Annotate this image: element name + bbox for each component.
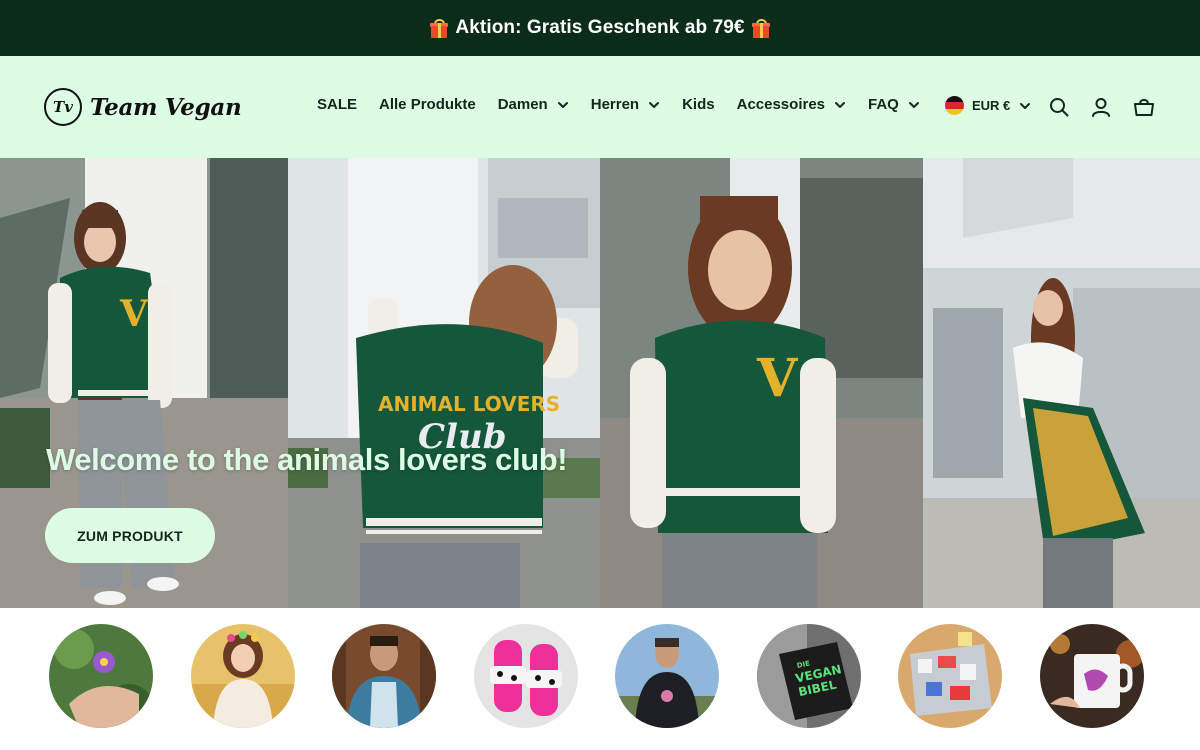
hero-banner: V ANIMAL LOVERS Club V Welcome to the an… (0, 158, 1200, 608)
nav-item-faq[interactable]: FAQ (868, 96, 920, 113)
hero-photo-2: ANIMAL LOVERS Club (288, 158, 600, 608)
brand-logo[interactable]: Tv Team Vegan (44, 87, 242, 127)
category-image-kids (191, 624, 295, 728)
hero-photo-3-illustration: V (600, 158, 923, 608)
category-item-1[interactable] (49, 624, 153, 728)
germany-flag-icon (945, 96, 964, 115)
announcement-bar: Aktion: Gratis Geschenk ab 79€ (0, 0, 1200, 56)
nav-item-damen[interactable]: Damen (498, 96, 569, 113)
logo-mark: Tv (44, 88, 82, 126)
account-button[interactable] (1090, 96, 1112, 118)
chevron-down-icon (1020, 102, 1031, 109)
hero-photo-4 (923, 158, 1200, 608)
category-image-stickers (898, 624, 1002, 728)
currency-selector[interactable]: EUR € (945, 96, 1031, 115)
category-item-3[interactable] (332, 624, 436, 728)
currency-label: EUR € (972, 98, 1011, 113)
svg-text:V: V (756, 348, 799, 409)
hero-photo-2-illustration: ANIMAL LOVERS Club (288, 158, 600, 608)
category-item-8[interactable] (1040, 624, 1144, 728)
category-carousel: DIE VEGAN BIBEL (0, 608, 1200, 750)
category-item-5[interactable] (615, 624, 719, 728)
chevron-down-icon (835, 101, 846, 108)
nav-item-accessoires[interactable]: Accessoires (737, 96, 846, 113)
cart-icon (1134, 98, 1154, 116)
nav-item-kids[interactable]: Kids (682, 96, 715, 113)
category-image-herren (332, 624, 436, 728)
search-button[interactable] (1048, 96, 1070, 118)
category-image-book: DIE VEGAN BIBEL (757, 624, 861, 728)
search-icon (1050, 98, 1069, 117)
svg-text:V: V (119, 293, 149, 335)
category-image-bracelet (49, 624, 153, 728)
nav-item-herren[interactable]: Herren (591, 96, 660, 113)
jacket-back-text: ANIMAL LOVERS (378, 392, 560, 416)
category-item-2[interactable] (191, 624, 295, 728)
hero-photo-3: V (600, 158, 923, 608)
category-image-slides (474, 624, 578, 728)
category-item-7[interactable] (898, 624, 1002, 728)
account-icon (1092, 98, 1110, 117)
gift-icon (751, 18, 771, 38)
category-image-mug (1040, 624, 1144, 728)
cart-button[interactable] (1133, 96, 1155, 118)
hero-photo-4-illustration (923, 158, 1200, 608)
nav-item-alle-produkte[interactable]: Alle Produkte (379, 96, 476, 113)
announcement-text: Aktion: Gratis Geschenk ab 79€ (455, 17, 745, 38)
gift-icon (429, 18, 449, 38)
category-image-hoodie (615, 624, 719, 728)
chevron-down-icon (557, 101, 568, 108)
chevron-down-icon (649, 101, 660, 108)
hero-title: Welcome to the animals lovers club! (46, 442, 568, 477)
chevron-down-icon (908, 101, 919, 108)
category-item-4[interactable] (474, 624, 578, 728)
logo-text: Team Vegan (90, 93, 242, 121)
nav-item-sale[interactable]: SALE (317, 96, 357, 113)
hero-cta-button[interactable]: ZUM PRODUKT (45, 508, 215, 563)
site-header: Tv Team Vegan SALE Alle Produkte Damen H… (0, 56, 1200, 158)
main-nav: SALE Alle Produkte Damen Herren Kids Acc… (317, 96, 942, 113)
category-item-6[interactable]: DIE VEGAN BIBEL (757, 624, 861, 728)
